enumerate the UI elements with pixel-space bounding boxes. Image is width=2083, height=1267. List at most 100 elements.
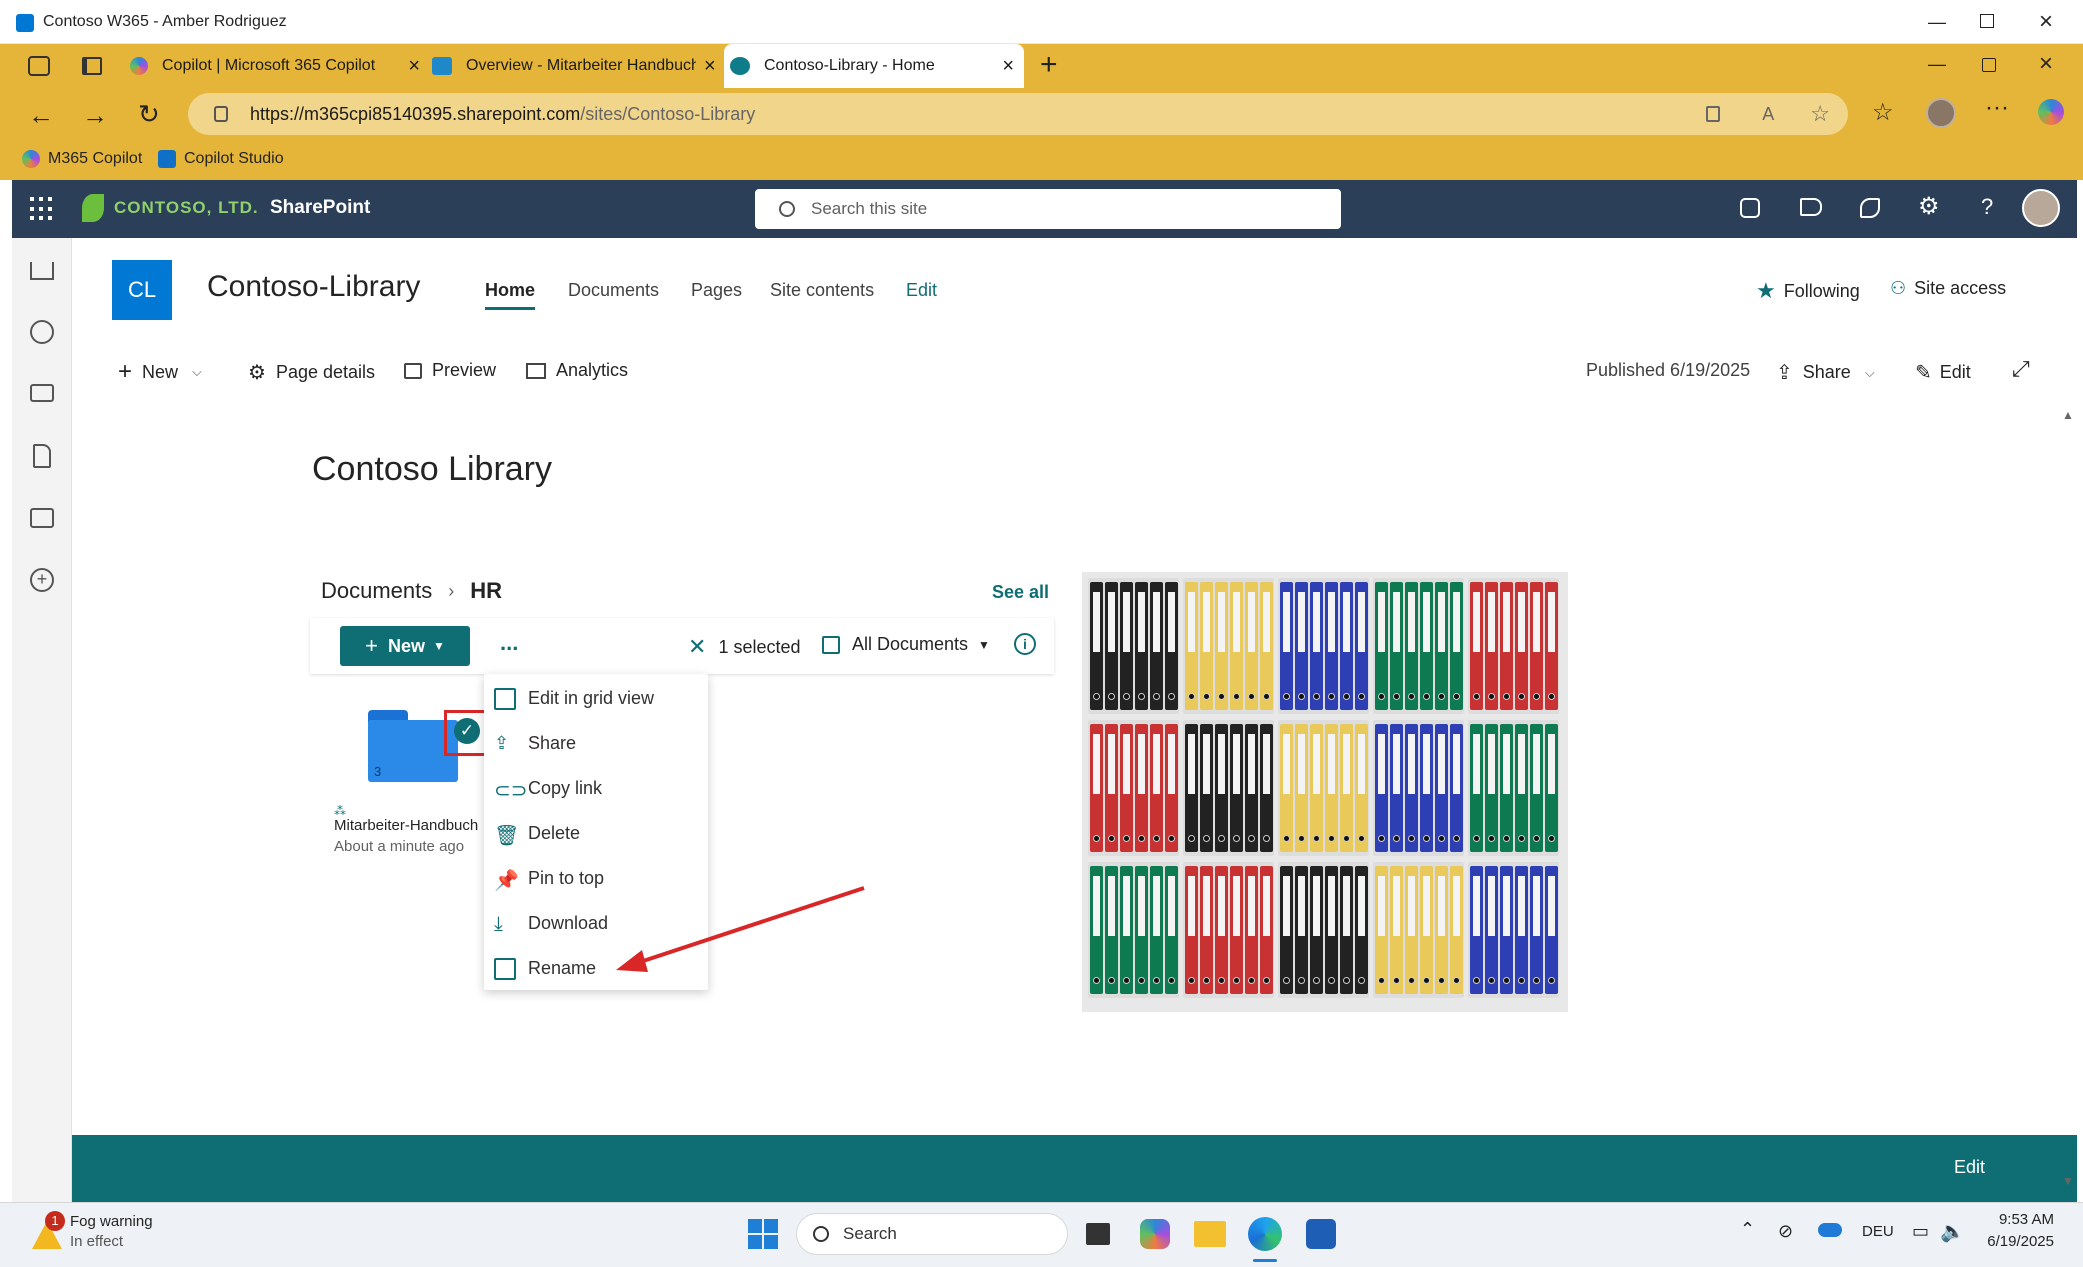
- announcements-icon[interactable]: [1800, 198, 1822, 216]
- page-details-button[interactable]: ⚙ Page details: [248, 360, 375, 385]
- menu-share[interactable]: ⇪ Share: [484, 721, 708, 766]
- edit-page-button[interactable]: ✎ Edit: [1915, 360, 1971, 385]
- edge-browser-icon[interactable]: [1248, 1217, 1282, 1251]
- footer-edit-button[interactable]: Edit: [1954, 1157, 1985, 1178]
- menu-copy-link[interactable]: ⊂⊃ Copy link: [484, 766, 708, 811]
- clock-date[interactable]: 6/19/2025: [1976, 1233, 2054, 1250]
- create-icon[interactable]: +: [30, 568, 54, 592]
- analytics-button[interactable]: Analytics: [526, 360, 628, 381]
- breadcrumb-hr[interactable]: HR: [470, 578, 502, 604]
- nav-documents[interactable]: Documents: [568, 280, 659, 301]
- taskbar-search[interactable]: Search: [796, 1213, 1068, 1255]
- m365-app-icon[interactable]: [1140, 1219, 1170, 1249]
- back-icon[interactable]: ←: [28, 100, 54, 131]
- workspaces-icon[interactable]: [28, 56, 50, 76]
- expand-icon[interactable]: ⤢: [2012, 356, 2030, 382]
- copilot-suite-icon[interactable]: [1740, 198, 1760, 218]
- breadcrumb-documents[interactable]: Documents: [321, 578, 432, 604]
- search-icon: [813, 1226, 829, 1242]
- selected-checkmark-icon[interactable]: ✓: [454, 718, 480, 744]
- binder-spine: [1280, 582, 1293, 710]
- menu-label: Download: [528, 913, 609, 933]
- clear-selection[interactable]: ✕ 1 selected: [688, 634, 801, 660]
- site-search-box[interactable]: Search this site: [755, 189, 1341, 229]
- favorite-m365-copilot[interactable]: M365 Copilot: [22, 150, 142, 168]
- store-icon[interactable]: [1306, 1219, 1336, 1249]
- vertical-tabs-icon[interactable]: [82, 57, 102, 75]
- help-icon[interactable]: ?: [1981, 194, 1993, 220]
- favorite-copilot-studio[interactable]: Copilot Studio: [158, 150, 284, 168]
- tab-copilot[interactable]: Copilot | Microsoft 365 Copilot ×: [130, 44, 420, 88]
- display-icon[interactable]: ▭: [1912, 1221, 1929, 1242]
- close-icon[interactable]: ×: [2039, 50, 2053, 78]
- close-tab-icon[interactable]: ×: [1002, 55, 1014, 78]
- profile-avatar[interactable]: [1926, 98, 1956, 128]
- favorite-star-icon[interactable]: ☆: [1810, 101, 1830, 127]
- menu-delete[interactable]: 🗑 Delete: [484, 811, 708, 856]
- files-icon[interactable]: [33, 444, 51, 468]
- sharepoint-app-icon[interactable]: [1860, 198, 1880, 218]
- show-hidden-icons-chevron[interactable]: ⌃: [1740, 1219, 1755, 1240]
- user-avatar[interactable]: [2022, 189, 2060, 227]
- reader-icon[interactable]: [1706, 106, 1721, 122]
- weather-title[interactable]: Fog warning: [70, 1213, 153, 1230]
- lock-icon[interactable]: [214, 106, 228, 122]
- more-icon[interactable]: ···: [1985, 94, 2009, 122]
- more-actions-button[interactable]: ...: [500, 630, 518, 656]
- site-logo[interactable]: CL: [112, 260, 172, 320]
- start-button-icon[interactable]: [748, 1219, 778, 1249]
- org-logo[interactable]: CONTOSO, LTD.: [82, 194, 259, 222]
- network-off-icon[interactable]: ⊘: [1778, 1221, 1793, 1242]
- close-tab-icon[interactable]: ×: [704, 55, 716, 78]
- view-selector[interactable]: All Documents ▼: [822, 634, 990, 655]
- scroll-up-icon[interactable]: ▲: [2062, 408, 2074, 422]
- home-icon[interactable]: [30, 262, 54, 280]
- scroll-down-icon[interactable]: ▼: [2062, 1174, 2074, 1188]
- nav-edit[interactable]: Edit: [906, 280, 937, 301]
- volume-icon[interactable]: 🔈: [1940, 1219, 1965, 1244]
- site-access-button[interactable]: ⚇ Site access: [1890, 278, 2006, 299]
- address-bar[interactable]: https://m365cpi85140395.sharepoint.com/s…: [188, 93, 1848, 135]
- selection-count: 1 selected: [718, 636, 801, 657]
- minimize-icon[interactable]: —: [1928, 54, 1946, 75]
- settings-gear-icon[interactable]: ⚙: [1918, 192, 1940, 221]
- task-view-icon[interactable]: [1086, 1223, 1110, 1245]
- input-language[interactable]: DEU: [1862, 1223, 1894, 1240]
- read-aloud-icon[interactable]: A: [1762, 104, 1774, 125]
- globe-icon[interactable]: [30, 320, 54, 344]
- minimize-icon[interactable]: —: [1928, 12, 1946, 33]
- app-name[interactable]: SharePoint: [270, 197, 370, 219]
- onedrive-icon[interactable]: [1818, 1223, 1842, 1237]
- folder-name[interactable]: Mitarbeiter-Handbuch: [334, 817, 478, 834]
- close-window-icon[interactable]: ×: [2039, 8, 2053, 36]
- copilot-icon[interactable]: [2038, 99, 2064, 125]
- tab-overview[interactable]: Overview - Mitarbeiter Handbuch ×: [432, 44, 722, 88]
- forward-icon[interactable]: →: [82, 100, 108, 131]
- site-title[interactable]: Contoso-Library: [207, 270, 420, 304]
- clock-time[interactable]: 9:53 AM: [1990, 1211, 2054, 1228]
- close-tab-icon[interactable]: ×: [408, 55, 420, 78]
- new-page-button[interactable]: + New ⌵: [118, 358, 202, 386]
- refresh-icon[interactable]: ↻: [138, 99, 160, 130]
- menu-edit-in-grid-view[interactable]: Edit in grid view: [484, 676, 708, 721]
- restore-icon[interactable]: [1982, 58, 1996, 72]
- share-page-button[interactable]: ⇪ Share ⌵: [1776, 360, 1875, 385]
- file-explorer-icon[interactable]: [1194, 1221, 1226, 1247]
- new-document-button[interactable]: + New ▼: [340, 626, 470, 666]
- maximize-icon[interactable]: [1980, 14, 1994, 28]
- nav-home[interactable]: Home: [485, 280, 535, 301]
- preview-button[interactable]: Preview: [404, 360, 496, 381]
- following-button[interactable]: ★ Following: [1756, 278, 1860, 304]
- tab-contoso-library[interactable]: Contoso-Library - Home ×: [724, 44, 1024, 88]
- app-launcher-icon[interactable]: [30, 197, 54, 221]
- new-tab-icon[interactable]: +: [1040, 48, 1058, 82]
- info-icon[interactable]: i: [1014, 633, 1036, 655]
- nav-pages[interactable]: Pages: [691, 280, 742, 301]
- nav-site-contents[interactable]: Site contents: [770, 280, 874, 301]
- news-icon[interactable]: [30, 384, 54, 402]
- favorites-icon[interactable]: ☆: [1872, 98, 1894, 127]
- binder-spine: [1215, 724, 1228, 852]
- folder-tile[interactable]: 3: [354, 710, 458, 782]
- lists-icon[interactable]: [30, 508, 54, 528]
- see-all-link[interactable]: See all: [992, 582, 1049, 603]
